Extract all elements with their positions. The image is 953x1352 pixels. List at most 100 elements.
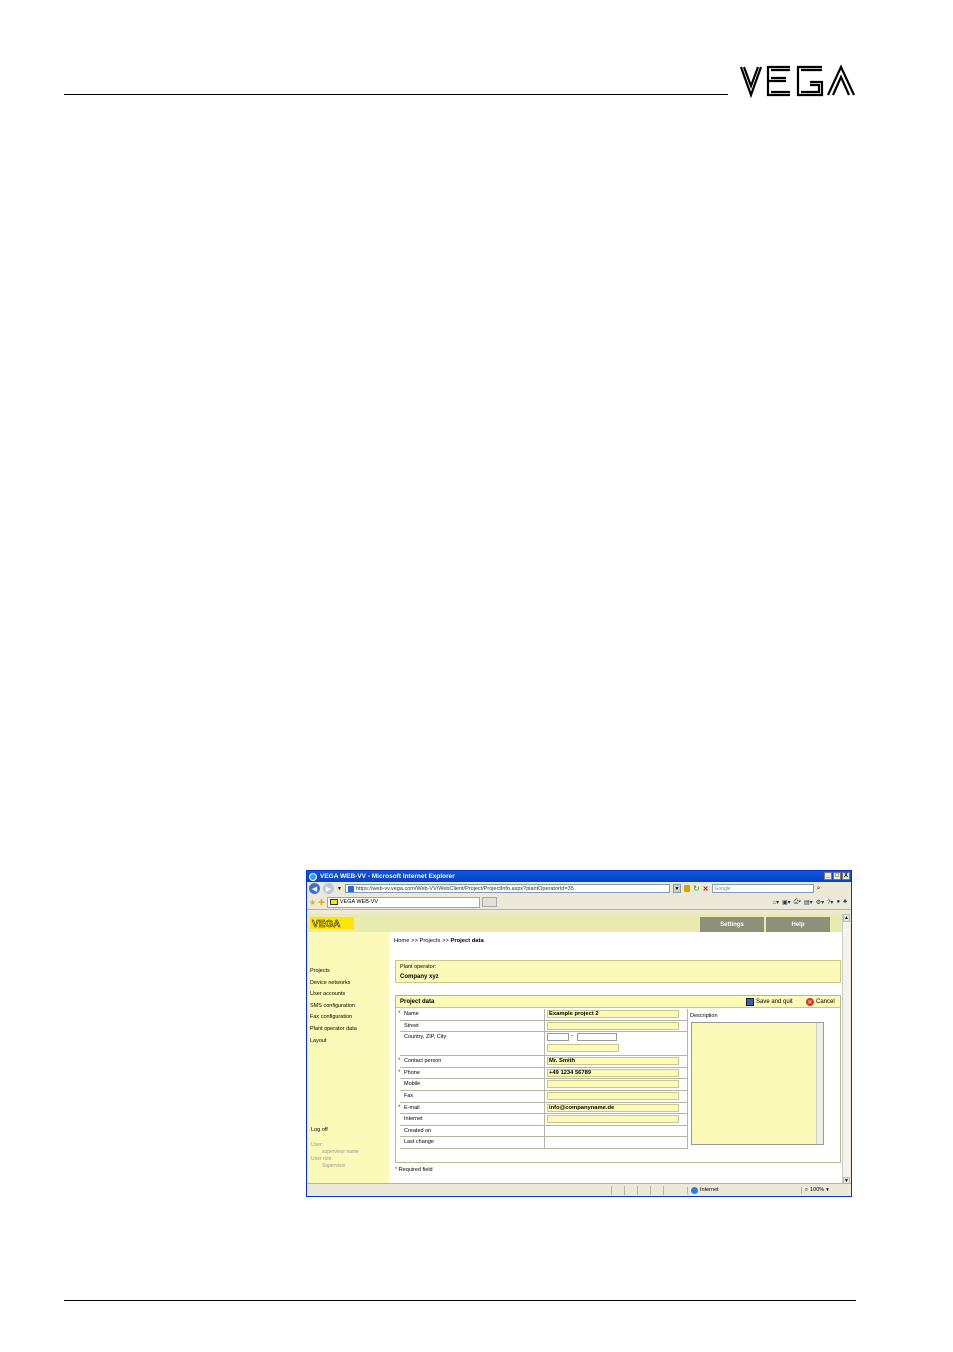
required-marker: * — [398, 1069, 401, 1076]
tab-title: VEGA WEB-VV — [339, 899, 379, 905]
form-row-internet: Internet — [400, 1114, 688, 1126]
column-divider — [687, 1009, 688, 1149]
sidebar-item-user-accounts[interactable]: User accounts — [310, 991, 345, 997]
street-input[interactable] — [547, 1021, 679, 1030]
maximize-button[interactable]: □ — [833, 872, 841, 880]
email-label: E-mail — [404, 1104, 420, 1111]
breadcrumb-separator: >> — [411, 938, 418, 944]
form-row-mobile: Mobile — [400, 1079, 688, 1091]
menu-settings[interactable]: Settings — [700, 917, 764, 932]
page-scrollbar[interactable]: ▲ ▼ — [842, 914, 850, 1185]
help-icon[interactable]: ?▾ — [827, 899, 833, 906]
breadcrumb: Home >> Projects >> Project data — [394, 938, 484, 944]
breadcrumb-home[interactable]: Home — [394, 938, 409, 944]
browser-title: VEGA WEB-VV - Microsoft Internet Explore… — [320, 873, 455, 880]
mobile-input[interactable] — [547, 1080, 679, 1089]
contact-person-label: Contact person — [404, 1058, 442, 1065]
breadcrumb-projects[interactable]: Projects — [420, 938, 441, 944]
search-field[interactable]: Google — [711, 884, 814, 893]
search-icon[interactable]: ⌕ — [817, 885, 821, 893]
new-tab-button[interactable] — [481, 897, 497, 907]
country-input[interactable] — [547, 1044, 619, 1053]
browser-tab[interactable]: VEGA WEB-VV — [326, 896, 480, 908]
feeds-icon[interactable]: ▣▾ — [782, 899, 791, 906]
vega-logo — [739, 64, 855, 98]
zoom-control[interactable]: ⌕ 100% ▾ — [801, 1186, 851, 1194]
command-bar: ⌂▾ ▣▾ ⎙▾ ▤▾ ⚙▾ ?▾ ● ♣ — [772, 899, 849, 906]
sidebar-item-fax-configuration[interactable]: Fax configuration — [310, 1014, 352, 1020]
history-dropdown-icon[interactable]: ▼ — [337, 886, 342, 892]
page-viewport: VEGA Settings Help Projects Device netwo… — [308, 914, 843, 1185]
scroll-up-icon[interactable]: ▲ — [843, 914, 850, 922]
cancel-button[interactable]: ✕ Cancel — [806, 998, 835, 1006]
address-bar: ◀ ▶ ▼ https://web-vv.vega.com/Web-VV/Web… — [307, 882, 851, 895]
security-zone-label: Internet — [700, 1187, 719, 1193]
save-disk-icon — [746, 998, 754, 1006]
close-button[interactable]: X — [842, 872, 850, 880]
page-icon[interactable]: ▤▾ — [804, 899, 813, 906]
stop-icon[interactable]: ✕ — [703, 885, 709, 893]
form-row-last-change: Last change — [400, 1137, 688, 1149]
phone-input[interactable]: +49 1234 56789 — [547, 1068, 679, 1077]
menu-help[interactable]: Help — [766, 917, 830, 932]
required-marker: * — [398, 1011, 401, 1017]
ie-icon — [309, 872, 317, 881]
refresh-icon[interactable]: ↻ — [693, 884, 700, 893]
form-row-contact: * Contact person Mr. Smith — [398, 1056, 688, 1068]
save-and-quit-button[interactable]: Save and quit — [746, 998, 793, 1006]
sidebar-item-projects[interactable]: Projects — [310, 968, 330, 974]
zip-separator: - — [571, 1033, 573, 1040]
fax-input[interactable] — [547, 1091, 679, 1100]
fax-label: Fax — [404, 1092, 414, 1099]
project-panel-header: Project data Save and quit ✕ Cancel — [396, 996, 840, 1008]
logoff-link[interactable]: Log off — [311, 1127, 328, 1133]
favorites-star-icon[interactable]: ★ — [309, 898, 316, 907]
back-button[interactable]: ◀ — [309, 883, 320, 894]
zip-input[interactable] — [547, 1033, 569, 1042]
tab-favicon — [329, 899, 338, 905]
status-segment — [637, 1185, 650, 1195]
name-input[interactable]: Example project 2 — [547, 1010, 679, 1018]
sidebar-item-sms-configuration[interactable]: SMS configuration — [310, 1003, 355, 1009]
sidebar-item-device-networks[interactable]: Device networks — [310, 980, 350, 986]
minimize-button[interactable]: _ — [824, 872, 832, 880]
form-row-email: * E-mail info@companyname.de — [398, 1102, 688, 1115]
form-row-phone: * Phone +49 1234 56789 — [398, 1067, 688, 1080]
zoom-dropdown-icon: ▾ — [826, 1186, 829, 1193]
description-textarea[interactable] — [691, 1022, 824, 1145]
breadcrumb-current: Project data — [450, 938, 484, 944]
url-dropdown-button[interactable]: ▼ — [672, 884, 681, 893]
forward-button[interactable]: ▶ — [323, 883, 334, 894]
tools-icon[interactable]: ⚙▾ — [816, 899, 824, 906]
created-on-label: Created on — [404, 1127, 432, 1134]
print-icon[interactable]: ⎙▾ — [794, 899, 801, 906]
url-field[interactable]: https://web-vv.vega.com/Web-VV/WebClient… — [344, 884, 670, 893]
browser-window: VEGA WEB-VV - Microsoft Internet Explore… — [306, 870, 852, 1197]
description-scrollbar[interactable] — [816, 1023, 823, 1144]
messenger-icon[interactable]: ♣ — [843, 899, 847, 906]
mobile-label: Mobile — [404, 1081, 421, 1088]
security-zone: Internet — [687, 1186, 801, 1194]
sidebar-item-layout[interactable]: Layout — [310, 1038, 327, 1044]
add-favorite-icon[interactable]: ✚ — [318, 898, 325, 907]
user-label: User: — [311, 1142, 323, 1148]
form-row-name: * Name Example project 2 — [398, 1009, 688, 1021]
internet-input[interactable] — [547, 1115, 679, 1124]
project-data-panel: Project data Save and quit ✕ Cancel * Na… — [395, 995, 841, 1163]
form-row-street: Street — [400, 1020, 688, 1033]
internet-label: Internet — [404, 1116, 423, 1123]
contact-person-input[interactable]: Mr. Smith — [547, 1057, 679, 1066]
city-input[interactable] — [577, 1033, 617, 1042]
lock-icon — [683, 885, 690, 892]
page-header-rule — [64, 94, 728, 95]
cancel-label: Cancel — [816, 999, 835, 1005]
last-change-value — [544, 1137, 688, 1148]
sidebar: Projects Device networks User accounts S… — [308, 932, 389, 1185]
breadcrumb-separator: >> — [442, 938, 449, 944]
sidebar-item-plant-operator-data[interactable]: Plant operator data — [310, 1026, 357, 1032]
country-zip-city-label: Country, ZIP, City — [404, 1034, 447, 1041]
home-icon[interactable]: ⌂▾ — [772, 899, 779, 906]
email-input[interactable]: info@companyname.de — [547, 1103, 679, 1112]
research-icon[interactable]: ● — [836, 899, 840, 906]
zoom-level: 100% — [810, 1186, 825, 1193]
